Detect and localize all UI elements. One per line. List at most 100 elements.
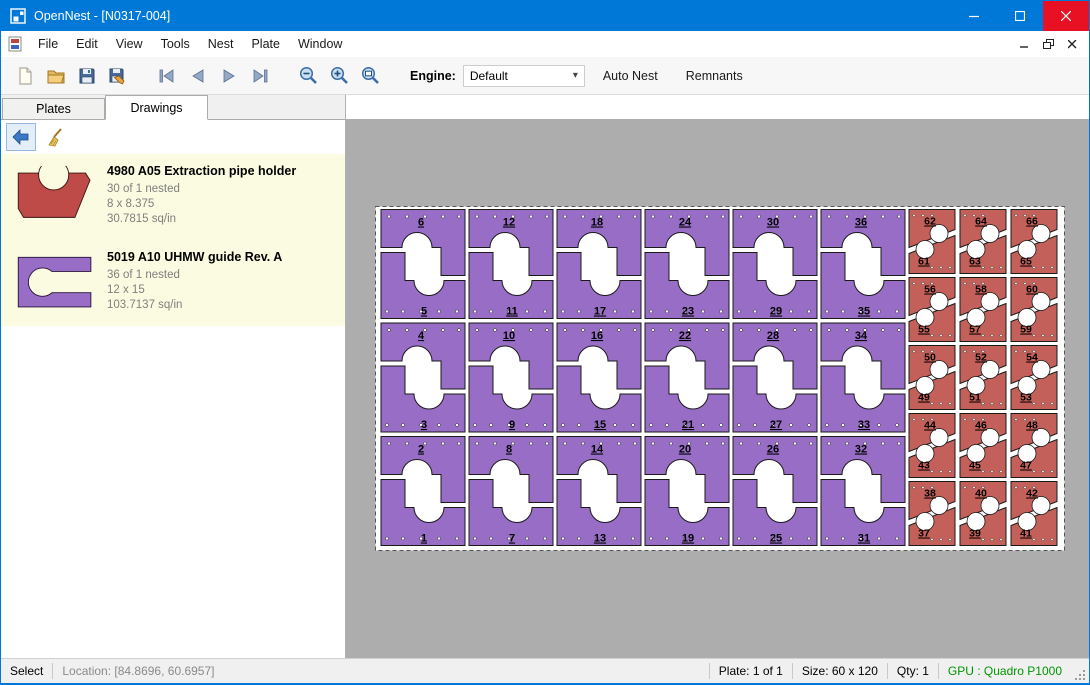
drawing-nested-count: 30 of 1 nested [107,182,296,197]
nest-canvas[interactable]: 6512111817242330293635431091615222128273… [346,119,1089,658]
previous-plate-button[interactable] [182,61,213,91]
clear-drawings-button[interactable] [40,123,70,151]
part-number: 35 [858,306,870,318]
save-as-button[interactable] [102,61,133,91]
part-number: 49 [918,392,930,404]
part-number: 30 [767,217,779,229]
remnants-button[interactable]: Remnants [676,63,753,89]
zoom-fit-button[interactable] [355,61,386,91]
new-file-icon [15,66,35,86]
first-arrow-icon [157,66,177,86]
part-number: 64 [975,216,987,228]
side-panel: Plates Drawings [1,95,346,658]
close-icon [1061,11,1071,21]
part-number: 24 [679,217,692,229]
part-number: 26 [767,444,779,456]
open-button[interactable] [40,61,71,91]
last-arrow-icon [250,66,270,86]
part-number: 47 [1020,460,1032,472]
engine-select[interactable]: Default ▾ [463,65,585,87]
menu-item-file[interactable]: File [29,32,67,56]
auto-nest-button[interactable]: Auto Nest [593,63,668,89]
part-number: 45 [969,460,981,472]
first-plate-button[interactable] [151,61,182,91]
zoom-out-button[interactable] [293,61,324,91]
tab-drawings[interactable]: Drawings [105,95,208,120]
zoom-out-icon [298,65,319,86]
menu-item-window[interactable]: Window [289,32,351,56]
open-folder-icon [46,66,66,86]
drawing-size: 8 x 8.375 [107,197,296,212]
part-number: 14 [591,444,604,456]
engine-label: Engine: [410,69,456,83]
part-number: 48 [1026,420,1038,432]
part-number: 61 [918,256,930,268]
mdi-minimize-button[interactable] [1015,36,1033,52]
mdi-close-button[interactable] [1063,36,1081,52]
part-thumbnail [3,246,107,320]
menu-item-nest[interactable]: Nest [199,32,243,56]
part-number: 46 [975,420,987,432]
maximize-icon [1015,11,1025,21]
part-number: 17 [594,306,606,318]
part-number: 36 [855,217,867,229]
list-item[interactable]: 5019 A10 UHMW guide Rev. A 36 of 1 neste… [1,240,345,326]
save-as-icon [108,66,128,86]
part-number: 22 [679,330,691,342]
part-number: 7 [509,533,515,545]
next-plate-button[interactable] [213,61,244,91]
part-number: 39 [969,528,981,540]
menu-item-edit[interactable]: Edit [67,32,107,56]
mdi-close-icon [1068,40,1077,49]
part-number: 31 [858,533,870,545]
part-shape-purple [10,252,100,314]
menu-item-view[interactable]: View [107,32,152,56]
part-number: 27 [770,419,782,431]
part-thumbnail [3,160,107,234]
part-number: 11 [506,306,518,318]
plate[interactable]: 6512111817242330293635431091615222128273… [375,206,1065,551]
import-drawing-button[interactable] [6,123,36,151]
part-number: 19 [682,533,694,545]
part-number: 23 [682,306,694,318]
import-arrow-icon [11,127,31,147]
drawings-list: 4980 A05 Extraction pipe holder 30 of 1 … [1,154,345,658]
resize-grip[interactable] [1073,668,1087,682]
part-number: 8 [506,444,512,456]
app-window: OpenNest - [N0317-004] File Edit View To… [0,0,1090,685]
menu-bar: File Edit View Tools Nest Plate Window [1,31,1089,57]
part-number: 12 [503,217,515,229]
tab-plates[interactable]: Plates [2,98,105,119]
plate-svg[interactable]: 6512111817242330293635431091615222128273… [375,206,1065,551]
maximize-button[interactable] [997,1,1043,31]
document-icon [7,36,23,52]
save-icon [77,66,97,86]
part-number: 6 [418,217,424,229]
part-number: 42 [1026,488,1038,500]
part-number: 43 [918,460,930,472]
part-number: 65 [1020,256,1032,268]
drawing-name: 5019 A10 UHMW guide Rev. A [107,250,282,264]
title-bar[interactable]: OpenNest - [N0317-004] [1,1,1089,31]
list-item[interactable]: 4980 A05 Extraction pipe holder 30 of 1 … [1,154,345,240]
close-button[interactable] [1043,1,1089,31]
drawing-name: 4980 A05 Extraction pipe holder [107,164,296,178]
mdi-restore-button[interactable] [1039,36,1057,52]
menu-item-tools[interactable]: Tools [152,32,199,56]
menu-item-plate[interactable]: Plate [242,32,289,56]
zoom-in-button[interactable] [324,61,355,91]
part-number: 50 [924,352,936,364]
last-plate-button[interactable] [244,61,275,91]
chevron-down-icon[interactable]: ▾ [567,70,584,81]
part-number: 58 [975,284,987,296]
status-size: Size: 60 x 120 [793,659,887,683]
part-number: 29 [770,306,782,318]
previous-arrow-icon [188,66,208,86]
app-icon [10,8,26,24]
part-number: 3 [421,419,427,431]
new-button[interactable] [9,61,40,91]
drawing-nested-count: 36 of 1 nested [107,268,282,283]
workspace-top-strip [346,95,1089,119]
minimize-button[interactable] [951,1,997,31]
save-button[interactable] [71,61,102,91]
